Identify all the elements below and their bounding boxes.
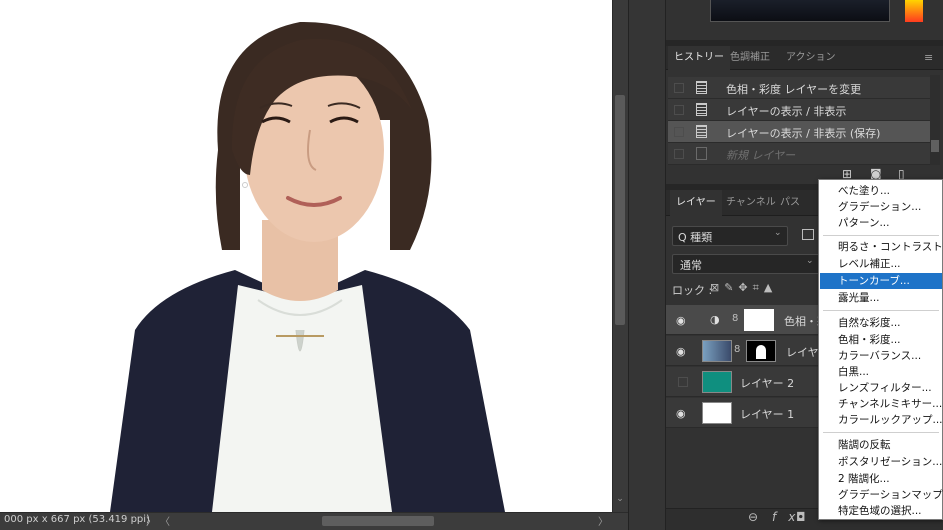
- panel-menu-icon[interactable]: ≡: [924, 51, 933, 64]
- scroll-right-arrow[interactable]: 〉: [598, 513, 608, 528]
- eye-icon[interactable]: ◉: [676, 314, 686, 327]
- chevron-down-icon: ⌄: [774, 228, 782, 238]
- layer-filter-label: Q 種類: [678, 231, 713, 244]
- history-checkbox[interactable]: [674, 105, 684, 115]
- menu-item-channel-mixer[interactable]: チャンネルミキサー...: [820, 396, 942, 412]
- image-filter-icon[interactable]: [802, 229, 814, 240]
- color-picker-field[interactable]: [710, 0, 890, 22]
- eye-icon[interactable]: ◉: [676, 407, 686, 420]
- menu-item-black-white[interactable]: 白黒...: [820, 364, 942, 380]
- vertical-scroll-thumb[interactable]: [615, 95, 625, 325]
- document-icon: [696, 147, 707, 160]
- lock-options-icons[interactable]: ⊠✎✥⌗▲: [710, 281, 777, 295]
- menu-item-exposure[interactable]: 露光量...: [820, 290, 942, 306]
- tab-channels[interactable]: チャンネル: [720, 190, 782, 216]
- adjustment-layer-menu: べた塗り... グラデーション... パターン... 明るさ・コントラスト...…: [818, 179, 943, 520]
- menu-item-color-lookup[interactable]: カラールックアップ...: [820, 412, 943, 428]
- visibility-toggle-off[interactable]: [678, 377, 688, 387]
- history-checkbox[interactable]: [674, 149, 684, 159]
- chain-link-icon[interactable]: 8: [734, 344, 740, 355]
- history-item-selected[interactable]: レイヤーの表示 / 非表示 (保存): [668, 121, 930, 143]
- document-icon: [696, 81, 707, 94]
- menu-item-curves[interactable]: トーンカーブ...: [820, 273, 942, 289]
- tab-paths[interactable]: パス: [774, 190, 806, 216]
- menu-item-gradient-map[interactable]: グラデーションマップ...: [820, 487, 943, 503]
- document-canvas[interactable]: [0, 0, 612, 512]
- blend-mode-value: 通常: [680, 259, 702, 272]
- hue-slider[interactable]: [905, 0, 923, 22]
- document-info: 000 px x 667 px (53.419 ppi): [4, 514, 150, 525]
- mask-icon[interactable]: ◘: [796, 510, 818, 524]
- menu-item-levels[interactable]: レベル補正...: [820, 256, 942, 272]
- history-item-label: 新規 レイヤー: [726, 149, 796, 162]
- scroll-down-icon[interactable]: ⌄: [614, 494, 626, 508]
- tab-history[interactable]: ヒストリー: [668, 46, 730, 70]
- panel-gutter: [628, 0, 666, 530]
- history-item[interactable]: 色相・彩度 レイヤーを変更: [668, 77, 930, 99]
- chain-link-icon[interactable]: 8: [732, 313, 738, 324]
- history-item-label: レイヤーの表示 / 非表示: [726, 105, 847, 118]
- portrait-photo: [0, 0, 612, 512]
- history-scroll-thumb[interactable]: [931, 140, 939, 152]
- history-item[interactable]: レイヤーの表示 / 非表示: [668, 99, 930, 121]
- history-item-label: レイヤーの表示 / 非表示 (保存): [726, 127, 881, 140]
- layer-row-layer-2[interactable]: レイヤー 2: [666, 367, 826, 397]
- menu-item-solid-color[interactable]: べた塗り...: [820, 183, 942, 199]
- status-menu-arrow[interactable]: 〉: [146, 513, 156, 528]
- menu-separator: [823, 310, 939, 311]
- lock-label: ロック :: [672, 284, 713, 297]
- menu-separator: [823, 235, 939, 236]
- menu-item-brightness-contrast[interactable]: 明るさ・コントラスト...: [820, 239, 943, 255]
- history-checkbox[interactable]: [674, 127, 684, 137]
- history-item-ghost[interactable]: 新規 レイヤー: [668, 143, 930, 165]
- tab-actions[interactable]: アクション: [780, 46, 842, 70]
- menu-item-hue-saturation[interactable]: 色相・彩度...: [820, 332, 942, 348]
- scroll-left-arrow[interactable]: 〈: [160, 513, 170, 528]
- chevron-down-icon: ⌄: [806, 256, 814, 266]
- menu-item-vibrance[interactable]: 自然な彩度...: [820, 315, 942, 331]
- menu-item-pattern[interactable]: パターン...: [820, 215, 942, 231]
- layer-thumbnail[interactable]: [702, 371, 732, 393]
- layer-name: レイヤー 2: [740, 377, 795, 390]
- menu-item-selective-color[interactable]: 特定色域の選択...: [820, 503, 942, 519]
- layer-row-photo[interactable]: ◉ 8 レイヤー: [666, 336, 830, 366]
- menu-item-photo-filter[interactable]: レンズフィルター...: [820, 380, 942, 396]
- menu-item-invert[interactable]: 階調の反転: [820, 437, 942, 453]
- layer-row-layer-1[interactable]: ◉ レイヤー 1: [666, 398, 826, 428]
- eye-icon[interactable]: ◉: [676, 345, 686, 358]
- layer-row-hue-saturation[interactable]: ◉ ◑ 8 色相・彩: [666, 305, 828, 335]
- horizontal-scroll-thumb[interactable]: [322, 516, 434, 526]
- history-item-label: 色相・彩度 レイヤーを変更: [726, 83, 862, 96]
- layer-thumbnail[interactable]: [702, 340, 732, 362]
- menu-separator: [823, 432, 939, 433]
- document-icon: [696, 103, 707, 116]
- adjustment-layer-icon: ◑: [710, 313, 720, 326]
- layer-name: レイヤー 1: [740, 408, 795, 421]
- menu-item-color-balance[interactable]: カラーバランス...: [820, 348, 942, 364]
- history-checkbox[interactable]: [674, 83, 684, 93]
- menu-item-posterize[interactable]: ポスタリゼーション...: [820, 454, 942, 470]
- layer-mask-thumbnail[interactable]: [744, 309, 774, 331]
- menu-item-gradient[interactable]: グラデーション...: [820, 199, 942, 215]
- tab-layers[interactable]: レイヤー: [670, 190, 722, 216]
- tab-adjustments[interactable]: 色調補正: [724, 46, 776, 70]
- link-icon[interactable]: ⊖: [748, 510, 770, 524]
- menu-item-threshold[interactable]: 2 階調化...: [820, 471, 942, 487]
- layer-thumbnail[interactable]: [702, 402, 732, 424]
- document-icon: [696, 125, 707, 138]
- layer-mask-thumbnail[interactable]: [746, 340, 776, 362]
